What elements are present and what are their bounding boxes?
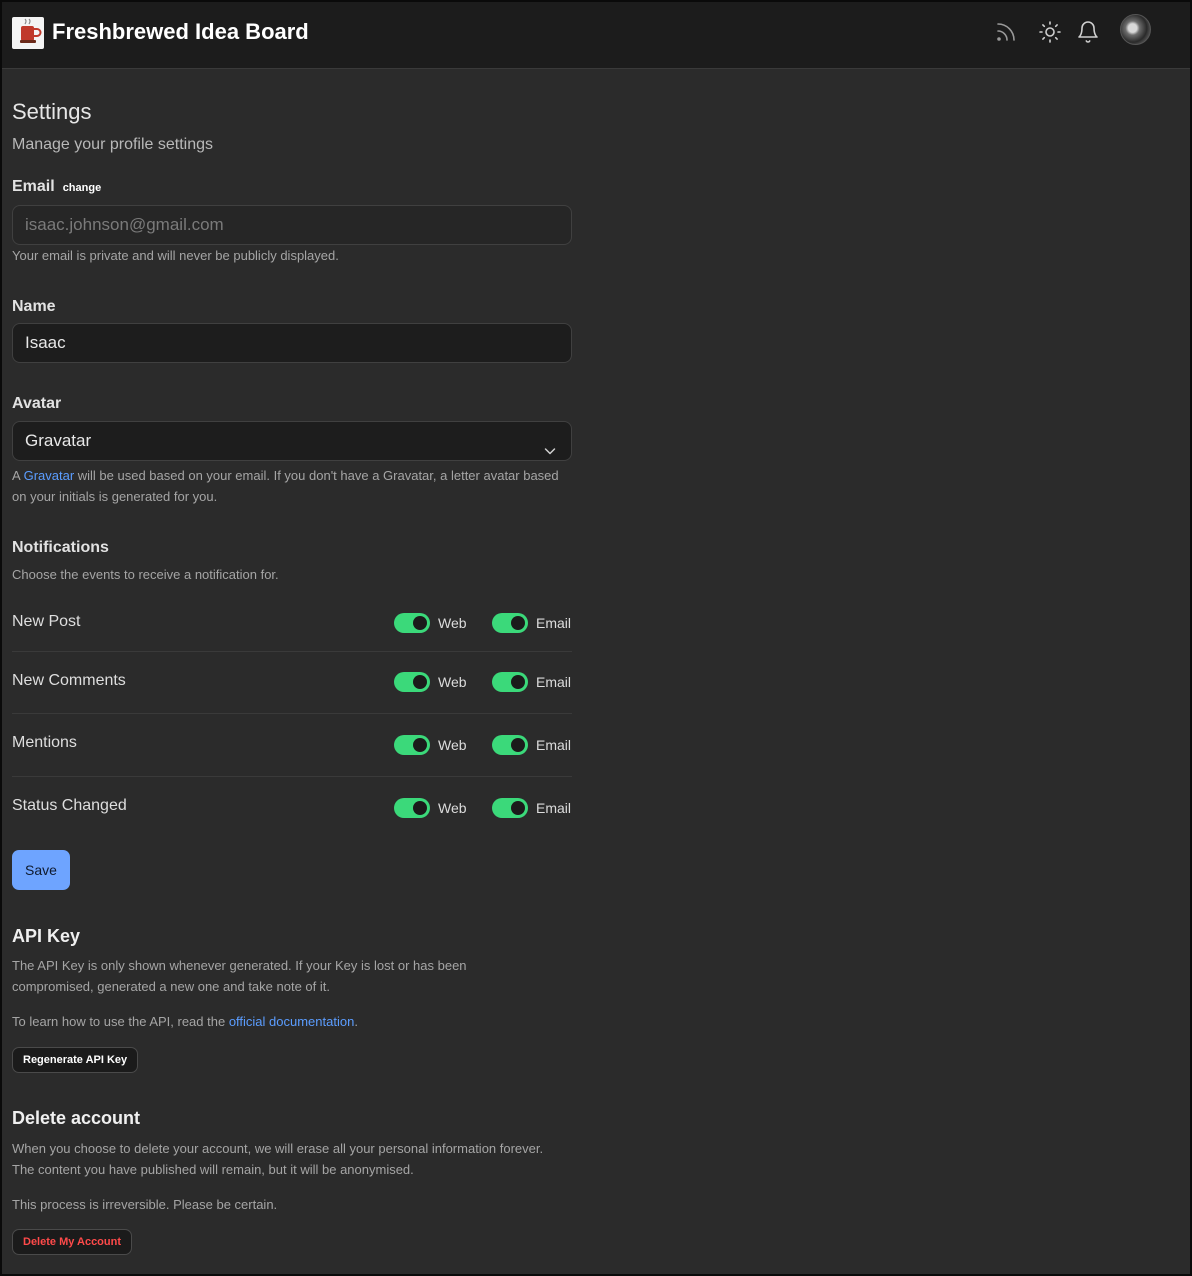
email-label: Email bbox=[12, 178, 55, 195]
avatar-select[interactable]: Gravatar bbox=[12, 421, 572, 461]
user-avatar[interactable] bbox=[1120, 14, 1151, 45]
web-toggle-label: Web bbox=[438, 674, 467, 690]
web-toggle[interactable] bbox=[394, 672, 430, 692]
bell-icon[interactable] bbox=[1076, 20, 1100, 44]
email-toggle[interactable] bbox=[492, 798, 528, 818]
gravatar-link[interactable]: Gravatar bbox=[24, 468, 75, 483]
email-toggle-label: Email bbox=[536, 737, 572, 753]
notification-name: Status Changed bbox=[12, 797, 127, 814]
web-toggle[interactable] bbox=[394, 798, 430, 818]
notification-row: Status Changed Web Email bbox=[12, 797, 572, 837]
notification-row: New Post Web Email bbox=[12, 613, 572, 653]
api-docs-prefix: To learn how to use the API, read the bbox=[12, 1014, 229, 1029]
web-toggle-label: Web bbox=[438, 737, 467, 753]
avatar-help-suffix: will be used based on your email. If you… bbox=[12, 468, 559, 504]
delete-account-description: When you choose to delete your account, … bbox=[12, 1141, 544, 1177]
page-subtitle: Manage your profile settings bbox=[12, 136, 213, 153]
notifications-description: Choose the events to receive a notificat… bbox=[12, 567, 279, 582]
delete-account-title: Delete account bbox=[12, 1108, 141, 1128]
avatar-select-value: Gravatar bbox=[25, 431, 92, 450]
name-label: Name bbox=[12, 298, 56, 315]
delete-account-button[interactable]: Delete My Account bbox=[12, 1229, 133, 1255]
top-header: Freshbrewed Idea Board bbox=[0, 0, 1192, 69]
email-toggle-label: Email bbox=[536, 800, 572, 816]
divider bbox=[12, 651, 572, 652]
notifications-title: Notifications bbox=[12, 539, 109, 556]
page-title: Settings bbox=[12, 99, 92, 124]
email-help: Your email is private and will never be … bbox=[12, 248, 339, 263]
notification-name: New Comments bbox=[12, 672, 126, 689]
chevron-down-icon bbox=[543, 434, 557, 455]
api-docs-text: To learn how to use the API, read the of… bbox=[12, 1011, 358, 1032]
rss-icon[interactable] bbox=[994, 20, 1018, 44]
sun-icon[interactable] bbox=[1038, 20, 1062, 44]
web-toggle-label: Web bbox=[438, 615, 467, 631]
email-toggle-label: Email bbox=[536, 615, 572, 631]
delete-account-warning: This process is irreversible. Please be … bbox=[12, 1197, 278, 1212]
notification-name: Mentions bbox=[12, 734, 77, 751]
web-toggle-label: Web bbox=[438, 800, 467, 816]
api-key-description: The API Key is only shown whenever gener… bbox=[12, 958, 467, 994]
notification-row: Mentions Web Email bbox=[12, 734, 572, 774]
email-toggle-label: Email bbox=[536, 674, 572, 690]
app-logo[interactable] bbox=[12, 17, 44, 49]
avatar-help: A Gravatar will be used based on your em… bbox=[12, 465, 572, 507]
email-toggle[interactable] bbox=[492, 735, 528, 755]
regenerate-api-key-button[interactable]: Regenerate API Key bbox=[12, 1047, 139, 1073]
divider bbox=[12, 776, 572, 777]
avatar-help-prefix: A bbox=[12, 468, 24, 483]
web-toggle[interactable] bbox=[394, 613, 430, 633]
notification-name: New Post bbox=[12, 613, 81, 630]
change-email-link[interactable]: change bbox=[63, 182, 102, 194]
name-field[interactable]: Isaac bbox=[12, 323, 572, 363]
divider bbox=[12, 713, 572, 714]
notification-row: New Comments Web Email bbox=[12, 672, 572, 712]
email-field[interactable]: isaac.johnson@gmail.com bbox=[12, 205, 572, 245]
avatar-label: Avatar bbox=[12, 395, 62, 412]
api-docs-suffix: . bbox=[354, 1014, 358, 1029]
official-documentation-link[interactable]: official documentation bbox=[229, 1014, 355, 1029]
web-toggle[interactable] bbox=[394, 735, 430, 755]
brand-title[interactable]: Freshbrewed Idea Board bbox=[52, 19, 309, 45]
email-toggle[interactable] bbox=[492, 672, 528, 692]
api-key-title: API Key bbox=[12, 926, 81, 946]
email-label-row: Email change bbox=[12, 178, 101, 196]
email-toggle[interactable] bbox=[492, 613, 528, 633]
save-button[interactable]: Save bbox=[12, 850, 70, 890]
